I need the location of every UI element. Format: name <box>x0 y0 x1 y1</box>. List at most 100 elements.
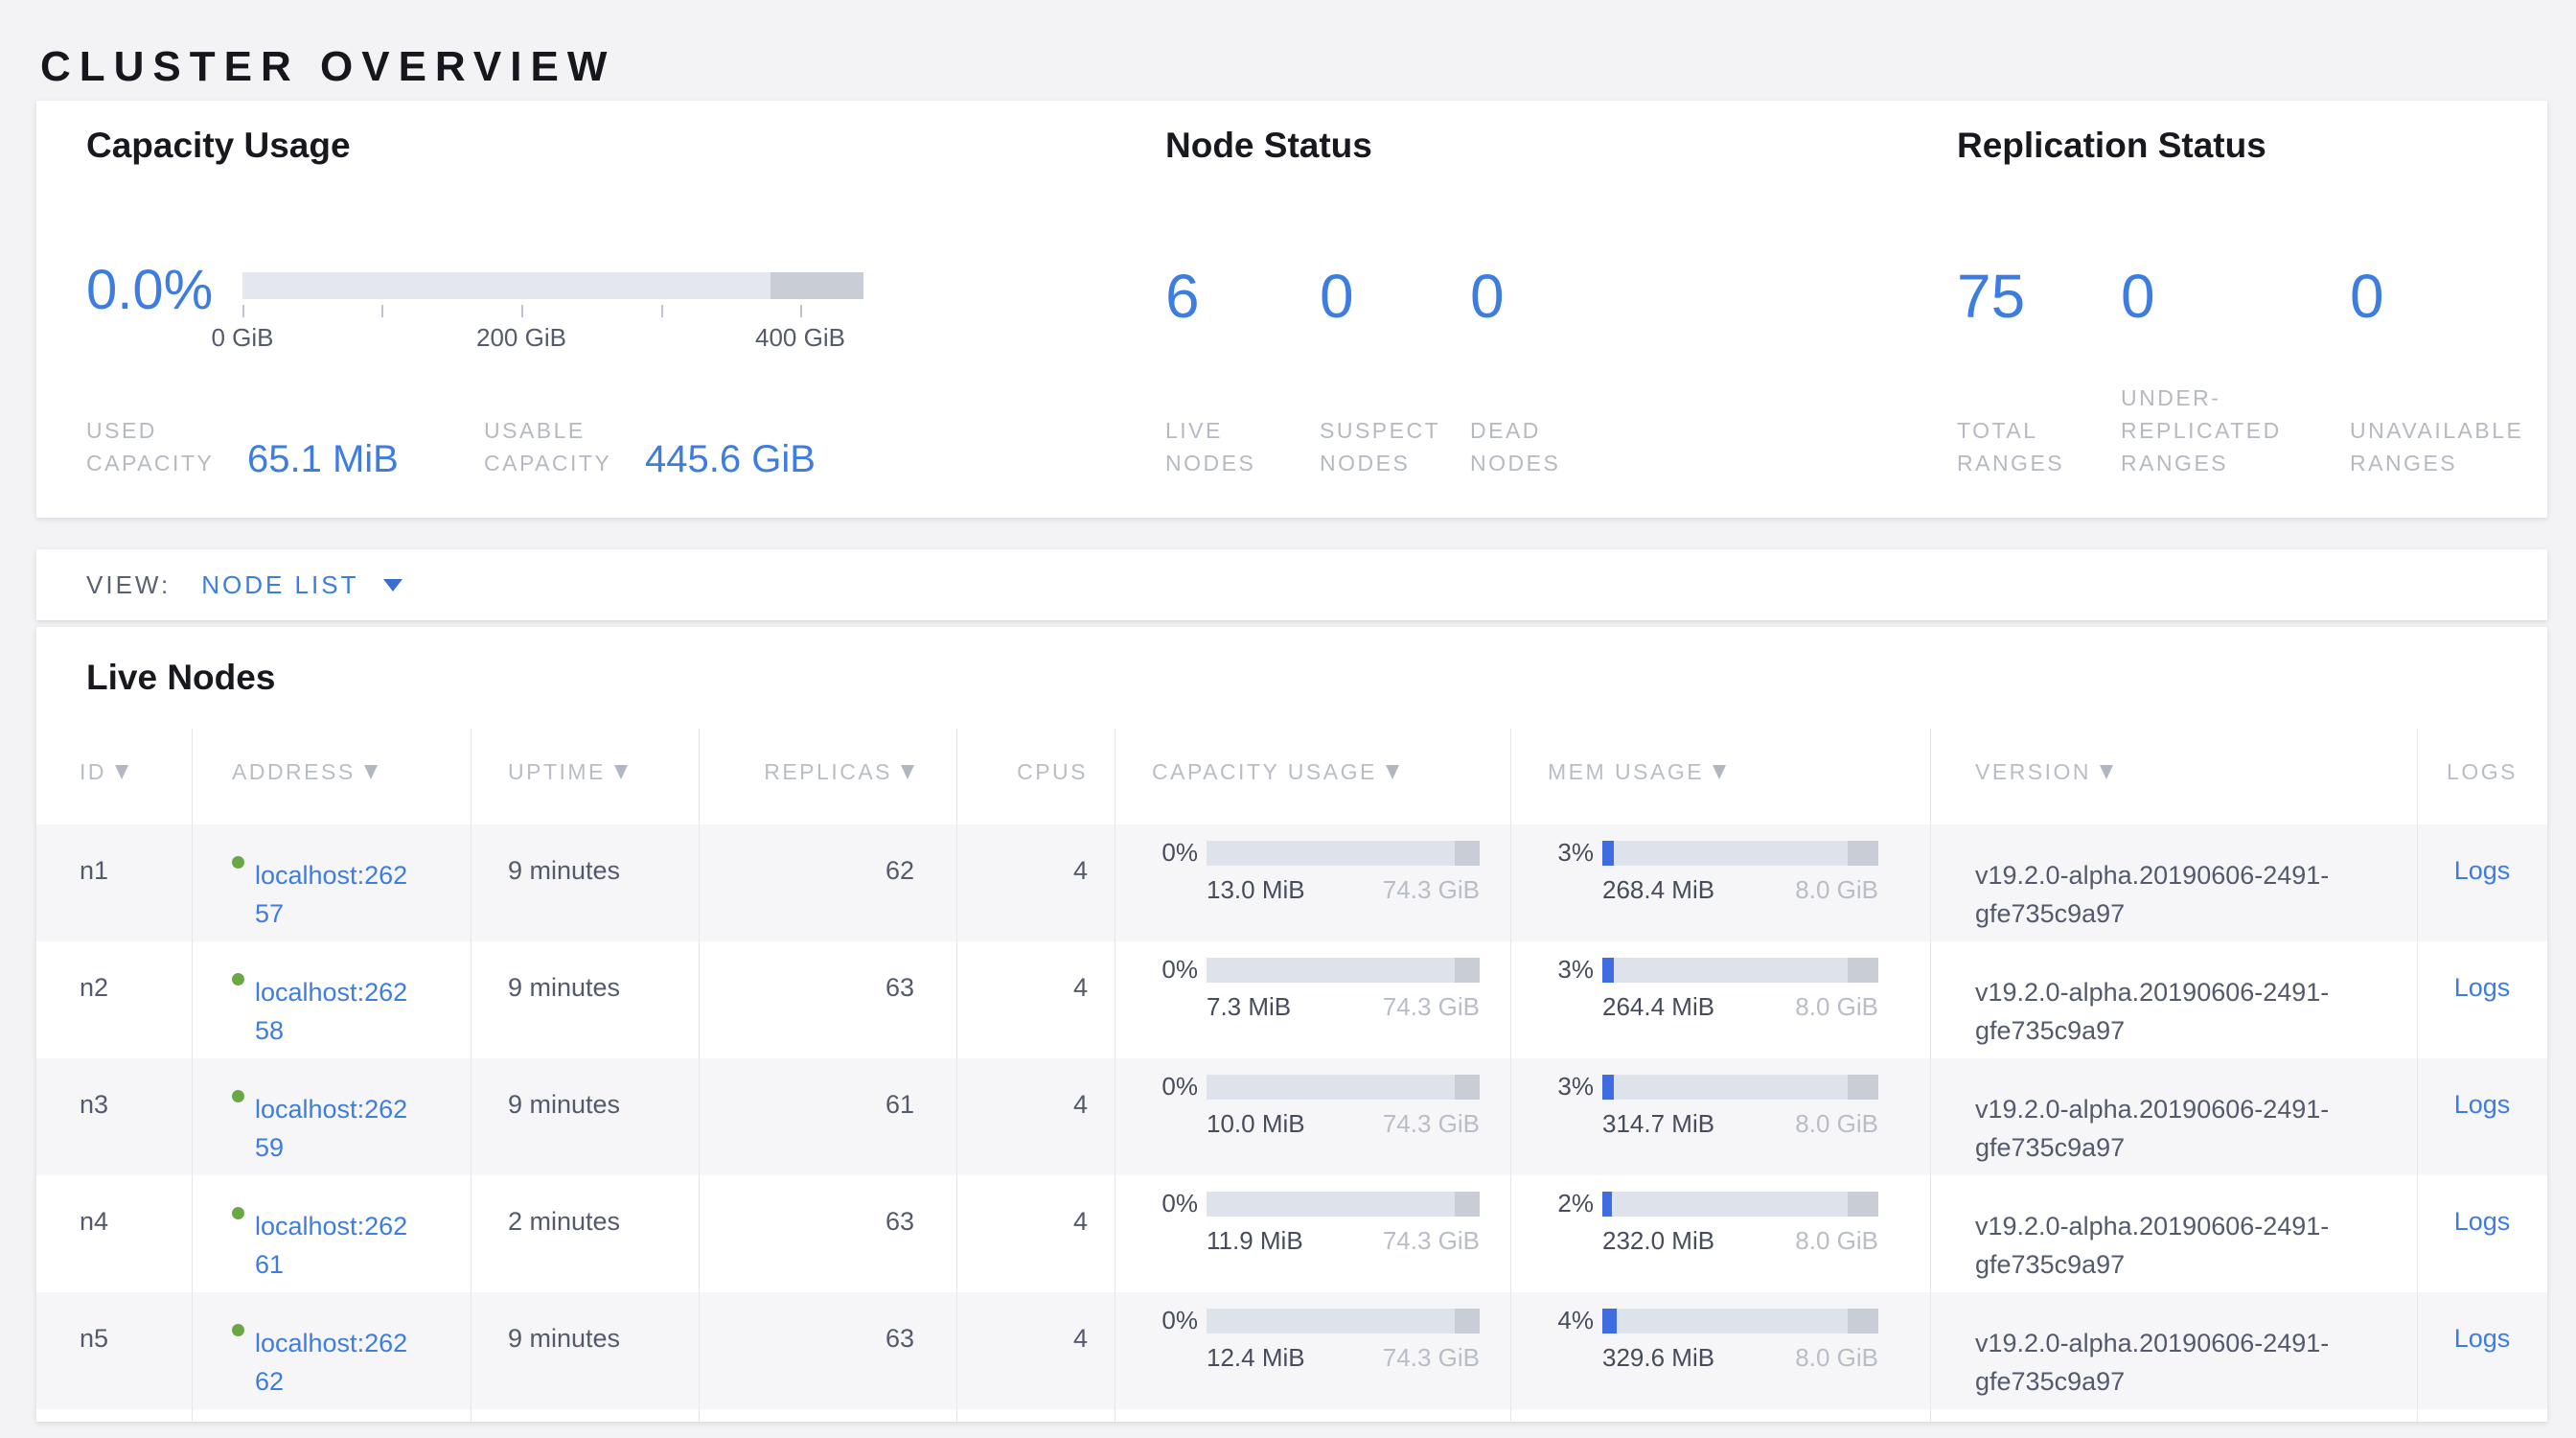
table-row: n3localhost:262599 minutes6140%10.0 MiB7… <box>36 1058 2547 1175</box>
usage-used-value: 232.0 MiB <box>1602 1226 1714 1256</box>
capacity-usage-cell: 0%13.0 MiB74.3 GiB <box>1115 824 1510 941</box>
node-replicas-cell: 61 <box>699 1058 956 1175</box>
capacity-usage-section: Capacity Usage 0.0% 0 GiB200 GiB400 GiB … <box>86 101 1140 518</box>
axis-tick <box>661 305 663 317</box>
column-header-address[interactable]: ADDRESS <box>192 729 471 824</box>
node-address-cell: localhost:26258 <box>192 941 471 1058</box>
table-body: n1localhost:262579 minutes6240%13.0 MiB7… <box>36 824 2547 1409</box>
axis-tick <box>800 305 802 317</box>
used-capacity-value: 65.1 MiB <box>247 439 399 479</box>
logs-link[interactable]: Logs <box>2454 1090 2511 1119</box>
node-address-cell: localhost:26262 <box>192 1292 471 1409</box>
axis-tick-label: 0 GiB <box>166 323 319 353</box>
node-healthy-dot-icon <box>232 1090 244 1102</box>
axis-tick-label: 200 GiB <box>445 323 598 353</box>
column-header-mem-usage[interactable]: MEM USAGE <box>1510 729 1930 824</box>
usage-used-value: 264.4 MiB <box>1602 992 1714 1022</box>
node-version-cell: v19.2.0-alpha.20190606-2491-gfe735c9a97 <box>1930 1175 2417 1292</box>
usage-max-value: 74.3 GiB <box>1383 1226 1480 1256</box>
stat-value: 6 <box>1165 259 1320 334</box>
sort-desc-icon <box>901 765 914 779</box>
cluster-summary-card: Capacity Usage 0.0% 0 GiB200 GiB400 GiB … <box>36 101 2547 518</box>
node-address-link[interactable]: localhost:26261 <box>255 1207 418 1284</box>
capacity-usage-cell: 0%10.0 MiB74.3 GiB <box>1115 1058 1510 1175</box>
column-header-capacity-usage[interactable]: CAPACITY USAGE <box>1115 729 1510 824</box>
usage-bar-reserved-segment <box>1455 841 1480 866</box>
column-header-uptime[interactable]: UPTIME <box>471 729 699 824</box>
logs-link[interactable]: Logs <box>2454 1324 2511 1353</box>
used-capacity-stat: USED CAPACITY 65.1 MiB <box>86 414 484 479</box>
replication-status-title: Replication Status <box>1957 126 2266 166</box>
usage-bar <box>1602 1075 1878 1100</box>
node-address-link[interactable]: localhost:26258 <box>255 973 418 1050</box>
view-selector-dropdown[interactable]: NODE LIST <box>201 570 402 600</box>
column-header-version[interactable]: VERSION <box>1930 729 2417 824</box>
view-selected-value[interactable]: NODE LIST <box>201 570 358 600</box>
node-version-text: v19.2.0-alpha.20190606-2491-gfe735c9a97 <box>1975 1324 2387 1401</box>
stat-label: UNDER-REPLICATED RANGES <box>2121 382 2336 479</box>
node-uptime-cell: 2 minutes <box>471 1175 699 1292</box>
node-version-text: v19.2.0-alpha.20190606-2491-gfe735c9a97 <box>1975 1207 2387 1284</box>
node-cpus-cell: 4 <box>956 1175 1115 1292</box>
usage-percent: 4% <box>1548 1306 1594 1335</box>
column-header-label: REPLICAS <box>764 759 892 784</box>
node-address-link[interactable]: localhost:26257 <box>255 856 418 933</box>
usage-percent: 3% <box>1548 838 1594 868</box>
usage-percent: 3% <box>1548 1072 1594 1102</box>
node-replicas-cell: 62 <box>699 824 956 941</box>
usage-bar-fill <box>1602 1192 1612 1217</box>
column-header-label: VERSION <box>1975 759 2091 784</box>
axis-tick <box>242 305 244 317</box>
node-uptime-cell: 9 minutes <box>471 941 699 1058</box>
node-id-cell: n5 <box>36 1292 192 1409</box>
mem-usage-cell: 3%268.4 MiB8.0 GiB <box>1510 824 1930 941</box>
chevron-down-icon <box>383 579 402 591</box>
node-replicas-cell: 63 <box>699 1292 956 1409</box>
node-logs-cell: Logs <box>2417 1058 2547 1175</box>
replication-status-labels: TOTAL RANGESUNDER-REPLICATED RANGESUNAVA… <box>1957 382 2547 479</box>
usage-max-value: 8.0 GiB <box>1795 1226 1878 1256</box>
column-header-id[interactable]: ID <box>36 729 192 824</box>
column-header-label: UPTIME <box>508 759 606 784</box>
stat-label: LIVE NODES <box>1165 414 1300 479</box>
usable-capacity-value: 445.6 GiB <box>645 439 816 479</box>
usage-bar <box>1207 841 1480 866</box>
node-id-cell: n4 <box>36 1175 192 1292</box>
node-address-link[interactable]: localhost:26259 <box>255 1090 418 1167</box>
logs-link[interactable]: Logs <box>2454 856 2511 885</box>
node-address-cell: localhost:26259 <box>192 1058 471 1175</box>
usage-bar-reserved-segment <box>1455 1192 1480 1217</box>
usage-bar-reserved-segment <box>1848 1309 1878 1334</box>
capacity-usage-cell: 0%7.3 MiB74.3 GiB <box>1115 941 1510 1058</box>
column-header-replicas[interactable]: REPLICAS <box>699 729 956 824</box>
stat-label-holder: LIVE NODES <box>1165 414 1320 479</box>
usage-used-value: 13.0 MiB <box>1207 875 1305 905</box>
logs-link[interactable]: Logs <box>2454 973 2511 1002</box>
axis-tick <box>381 305 383 317</box>
sort-desc-icon <box>614 765 628 779</box>
capacity-gauge-reserved-segment <box>770 272 863 299</box>
usage-bar-reserved-segment <box>1848 958 1878 983</box>
mem-usage-cell: 4%329.6 MiB8.0 GiB <box>1510 1292 1930 1409</box>
usage-used-value: 10.0 MiB <box>1207 1109 1305 1139</box>
table-partial-next-row <box>36 1409 2547 1422</box>
usage-max-value: 8.0 GiB <box>1795 875 1878 905</box>
usage-percent: 0% <box>1152 838 1198 868</box>
column-header-logs: LOGS <box>2417 729 2547 824</box>
node-status-title: Node Status <box>1165 126 1372 166</box>
node-logs-cell: Logs <box>2417 824 2547 941</box>
table-title-row: Live Nodes <box>36 627 2547 729</box>
capacity-gauge: 0.0% 0 GiB200 GiB400 GiB <box>86 259 863 322</box>
stat-value: 0 <box>2121 259 2350 334</box>
node-healthy-dot-icon <box>232 856 244 869</box>
usage-bar-reserved-segment <box>1848 1075 1878 1100</box>
node-address-link[interactable]: localhost:26262 <box>255 1324 418 1401</box>
view-toolbar: VIEW: NODE LIST <box>36 549 2547 620</box>
node-replicas-cell: 63 <box>699 1175 956 1292</box>
logs-link[interactable]: Logs <box>2454 1207 2511 1236</box>
table-title: Live Nodes <box>86 658 275 698</box>
mem-usage-cell: 2%232.0 MiB8.0 GiB <box>1510 1175 1930 1292</box>
node-version-cell: v19.2.0-alpha.20190606-2491-gfe735c9a97 <box>1930 824 2417 941</box>
stat-label-holder: SUSPECT NODES <box>1320 414 1470 479</box>
node-healthy-dot-icon <box>232 1324 244 1336</box>
